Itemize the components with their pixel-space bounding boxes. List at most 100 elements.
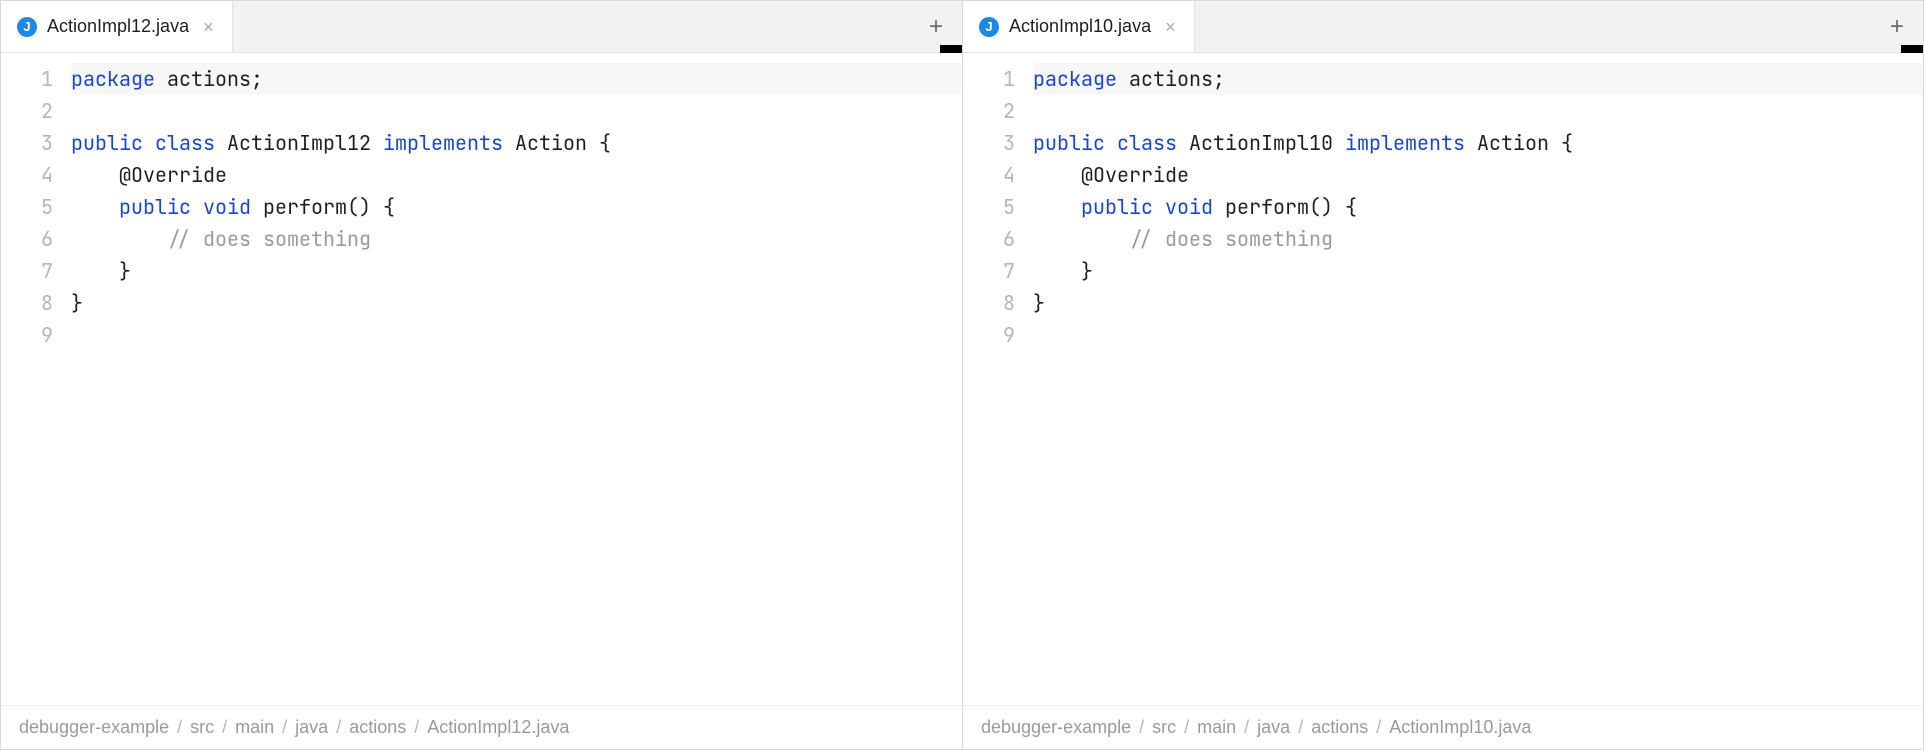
editor-tab[interactable]: J ActionImpl12.java × (1, 1, 233, 52)
code-line[interactable]: } (1033, 255, 1923, 287)
breadcrumb-separator: / (336, 717, 341, 738)
tab-filename: ActionImpl12.java (47, 16, 189, 37)
code-line[interactable] (71, 95, 962, 127)
token (1033, 226, 1129, 252)
editor-pane: JActionImpl12.java×+123456789package act… (1, 1, 962, 749)
tab-bar: JActionImpl10.java×+ (963, 1, 1923, 53)
breadcrumb-segment[interactable]: src (1152, 717, 1176, 738)
token: implements (1345, 130, 1477, 156)
code-line[interactable]: public void perform() { (1033, 191, 1923, 223)
code-line[interactable]: public class ActionImpl12 implements Act… (71, 127, 962, 159)
code-line[interactable]: @Override (1033, 159, 1923, 191)
token: ActionImpl10 (1189, 130, 1345, 156)
breadcrumb-segment[interactable]: java (1257, 717, 1290, 738)
line-number: 4 (1, 159, 53, 191)
line-number: 9 (963, 319, 1015, 351)
split-handle[interactable] (1901, 45, 1923, 53)
code-line[interactable]: // does something (71, 223, 962, 255)
line-number: 4 (963, 159, 1015, 191)
token: } (1033, 290, 1045, 316)
editor-pane: JActionImpl10.java×+123456789package act… (962, 1, 1923, 749)
breadcrumb-segment[interactable]: ActionImpl12.java (427, 717, 569, 738)
code-line[interactable]: } (71, 255, 962, 287)
breadcrumb-segment[interactable]: debugger-example (981, 717, 1131, 738)
split-handle[interactable] (940, 45, 962, 53)
line-number: 5 (963, 191, 1015, 223)
breadcrumb-separator: / (282, 717, 287, 738)
breadcrumb-separator: / (1139, 717, 1144, 738)
token: Action { (1477, 130, 1573, 156)
code-line[interactable]: } (71, 287, 962, 319)
close-icon[interactable]: × (1161, 18, 1176, 36)
line-number: 3 (1, 127, 53, 159)
code-editor[interactable]: 123456789package actions; public class Ac… (963, 53, 1923, 705)
token: perform() { (1225, 194, 1357, 220)
breadcrumb-segment[interactable]: src (190, 717, 214, 738)
breadcrumb-separator: / (414, 717, 419, 738)
token: @Override (1033, 162, 1189, 188)
breadcrumb-segment[interactable]: debugger-example (19, 717, 169, 738)
breadcrumb-segment[interactable]: java (295, 717, 328, 738)
line-number: 7 (963, 255, 1015, 287)
code-editor[interactable]: 123456789package actions; public class Ac… (1, 53, 962, 705)
breadcrumb-segment[interactable]: actions (349, 717, 406, 738)
java-file-icon: J (17, 17, 37, 37)
token: Action { (515, 130, 611, 156)
token (71, 194, 119, 220)
line-number: 1 (1, 63, 53, 95)
line-number: 6 (1, 223, 53, 255)
line-number: 7 (1, 255, 53, 287)
token: public class (1033, 130, 1189, 156)
token: package (71, 66, 167, 92)
line-gutter: 123456789 (1, 63, 71, 705)
code-line[interactable]: // does something (1033, 223, 1923, 255)
breadcrumb-segment[interactable]: actions (1311, 717, 1368, 738)
breadcrumb-separator: / (1244, 717, 1249, 738)
code-line[interactable] (71, 319, 962, 351)
line-number: 5 (1, 191, 53, 223)
tab-bar: JActionImpl12.java×+ (1, 1, 962, 53)
token: perform() { (263, 194, 395, 220)
breadcrumb-separator: / (177, 717, 182, 738)
code-line[interactable] (1033, 95, 1923, 127)
token: } (1033, 258, 1093, 284)
breadcrumb-segment[interactable]: main (1197, 717, 1236, 738)
code-area[interactable]: package actions; public class ActionImpl1… (71, 63, 962, 705)
token (71, 226, 167, 252)
token: @Override (71, 162, 227, 188)
line-number: 1 (963, 63, 1015, 95)
token: actions; (1129, 66, 1225, 92)
token: public class (71, 130, 227, 156)
breadcrumb: debugger-example/src/main/java/actions/A… (963, 705, 1923, 749)
code-line[interactable]: } (1033, 287, 1923, 319)
code-line[interactable]: public void perform() { (71, 191, 962, 223)
breadcrumb-separator: / (1184, 717, 1189, 738)
breadcrumb-segment[interactable]: ActionImpl10.java (1389, 717, 1531, 738)
line-number: 8 (1, 287, 53, 319)
code-area[interactable]: package actions; public class ActionImpl1… (1033, 63, 1923, 705)
code-line[interactable] (1033, 319, 1923, 351)
line-gutter: 123456789 (963, 63, 1033, 705)
line-number: 3 (963, 127, 1015, 159)
line-number: 9 (1, 319, 53, 351)
token: package (1033, 66, 1129, 92)
token: ActionImpl12 (227, 130, 383, 156)
token: public void (119, 194, 263, 220)
token: // does something (167, 226, 371, 252)
code-line[interactable]: package actions; (1033, 63, 1923, 95)
breadcrumb-separator: / (1298, 717, 1303, 738)
tab-filename: ActionImpl10.java (1009, 16, 1151, 37)
token (1033, 194, 1081, 220)
breadcrumb-separator: / (222, 717, 227, 738)
java-file-icon: J (979, 17, 999, 37)
code-line[interactable]: public class ActionImpl10 implements Act… (1033, 127, 1923, 159)
breadcrumb: debugger-example / src / main / java / actions / A… (1, 705, 962, 749)
editor-tab[interactable]: J ActionImpl10.java × (963, 1, 1195, 52)
breadcrumb-segment[interactable]: main (235, 717, 274, 738)
close-icon[interactable]: × (199, 18, 214, 36)
token: implements (383, 130, 515, 156)
line-number: 6 (963, 223, 1015, 255)
code-line[interactable]: package actions; (71, 63, 962, 95)
token: } (71, 290, 83, 316)
code-line[interactable]: @Override (71, 159, 962, 191)
